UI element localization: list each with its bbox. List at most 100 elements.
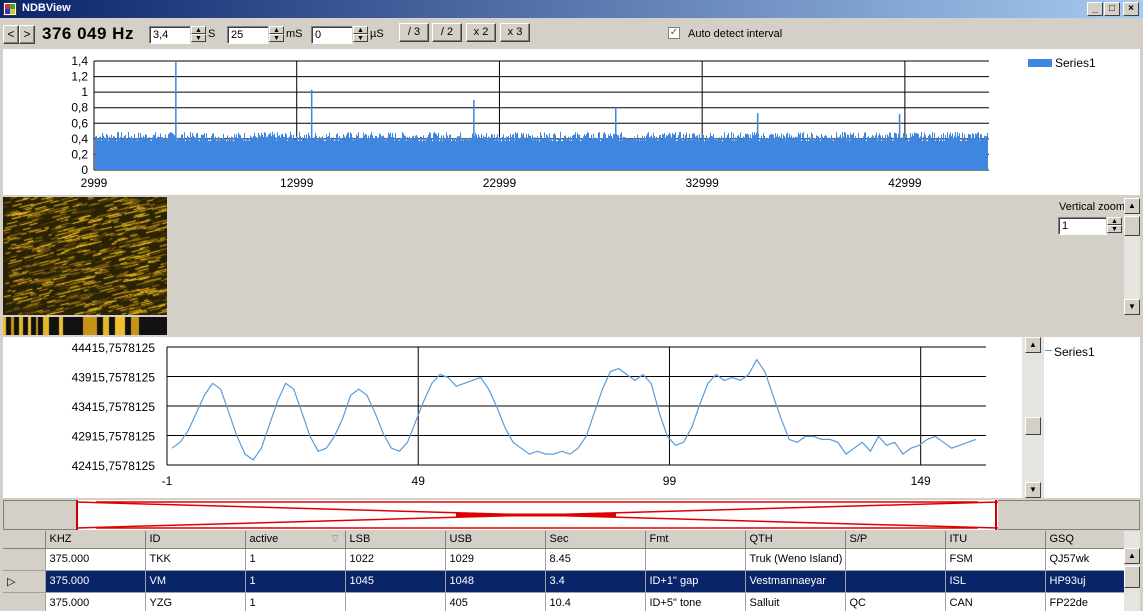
table-cell-gsq[interactable]: FP22de [1045,592,1124,611]
row-header[interactable] [3,592,46,611]
table-cell-gsq[interactable]: QJ57wk [1045,548,1124,571]
table-cell-gsq[interactable]: HP93uj [1045,570,1124,593]
next-button[interactable]: > [19,25,35,44]
col-header-qth[interactable]: QTH [745,531,846,549]
table-cell-itu[interactable]: CAN [945,592,1046,611]
table-cell-id[interactable]: VM [145,570,246,593]
spin-down-icon[interactable]: ▼ [269,34,284,42]
table-cell-sec[interactable]: 10.4 [545,592,646,611]
spectrum-bar [694,133,695,170]
divide-2-button[interactable]: / 2 [432,23,462,42]
scroll-up-icon[interactable]: ▲ [1025,337,1041,353]
multiply-3-button[interactable]: x 3 [500,23,530,42]
table-cell-usb[interactable]: 405 [445,592,546,611]
scroll-up-icon[interactable]: ▲ [1124,198,1140,214]
spin-up-icon[interactable]: ▲ [269,26,284,34]
scroll-thumb[interactable] [1124,566,1140,588]
table-cell-sec[interactable]: 8.45 [545,548,646,571]
col-header-usb[interactable]: USB [445,531,546,549]
table-cell-khz[interactable]: 375.000 [45,548,146,571]
spin-down-icon[interactable]: ▼ [1107,225,1122,233]
col-header-itu[interactable]: ITU [945,531,1046,549]
table-cell-qth[interactable]: Salluit [745,592,846,611]
waterfall-image[interactable] [3,197,167,315]
table-cell-sp[interactable] [845,570,946,593]
prev-button[interactable]: < [3,25,19,44]
table-cell-active[interactable]: 1 [245,570,346,593]
scroll-thumb[interactable] [1124,216,1140,236]
row-header[interactable] [3,548,46,571]
us-input[interactable]: 0 [311,26,353,44]
col-header-sec[interactable]: Sec [545,531,646,549]
table-cell-fmt[interactable]: ID+5" tone [645,592,746,611]
table-cell-fmt[interactable]: ID+1" gap [645,570,746,593]
spin-down-icon[interactable]: ▼ [353,34,368,42]
table-cell-sec[interactable]: 3.4 [545,570,646,593]
spectrum-bar [323,138,324,170]
table-cell-lsb[interactable]: 1045 [345,570,446,593]
ms-stepper[interactable]: ▲ ▼ [268,26,284,43]
spin-up-icon[interactable]: ▲ [191,26,206,34]
close-button[interactable]: × [1123,2,1139,16]
scroll-down-icon[interactable]: ▼ [1124,299,1140,315]
spin-down-icon[interactable]: ▼ [191,34,206,42]
table-cell-fmt[interactable] [645,548,746,571]
table-cell-lsb[interactable] [345,592,446,611]
scroll-down-icon[interactable]: ▼ [1025,482,1041,498]
waterfall-scrollbar[interactable]: ▲ ▼ [1124,198,1140,315]
table-cell-active[interactable]: 1 [245,592,346,611]
vertical-zoom-stepper[interactable]: ▲ ▼ [1106,217,1122,234]
col-header-khz[interactable]: KHZ [45,531,146,549]
scroll-thumb[interactable] [1025,417,1041,435]
col-header-lsb[interactable]: LSB [345,531,446,549]
spectrum-chart-panel[interactable]: 1,4 1,2 1 0,8 0,6 0,4 0,2 0 2999 12999 22999 32999 4… [3,49,1140,195]
us-stepper[interactable]: ▲ ▼ [352,26,368,43]
col-header-id[interactable]: ID [145,531,246,549]
table-cell-sp[interactable] [845,548,946,571]
table-cell-qth[interactable]: Vestmannaeyar [745,570,846,593]
seconds-stepper[interactable]: ▲ ▼ [190,26,206,43]
spin-up-icon[interactable]: ▲ [1107,217,1122,225]
table-cell-active[interactable]: 1 [245,548,346,571]
vertical-zoom-input[interactable]: 1 [1058,217,1107,235]
col-header-gsq[interactable]: GSQ [1045,531,1124,549]
minimize-button[interactable]: _ [1087,2,1103,16]
table-cell-usb[interactable]: 1029 [445,548,546,571]
table-row[interactable]: ▷ 375.000 VM 1 1045 1048 3.4 ID+1" gap Vestmanna… [3,570,1124,593]
table-cell-lsb[interactable]: 1022 [345,548,446,571]
col-header-active[interactable]: active ▽ [245,531,346,549]
seconds-input[interactable]: 3,4 [149,26,191,44]
spectrum-bar [895,133,896,170]
maximize-button[interactable]: □ [1104,2,1120,16]
table-cell-id[interactable]: YZG [145,592,246,611]
table-row[interactable]: 375.000 TKK 1 1022 1029 8.45 Truk (Weno Island… [3,548,1124,571]
col-header-fmt[interactable]: Fmt [645,531,746,549]
table-cell-itu[interactable]: FSM [945,548,1046,571]
auto-detect-checkbox[interactable]: ✓ [668,27,680,39]
table-cell-itu[interactable]: ISL [945,570,1046,593]
table-cell-usb[interactable]: 1048 [445,570,546,593]
table-row[interactable]: 375.000 YZG 1 405 10.4 ID+5" tone Salluit QC CAN… [3,592,1124,611]
table-cell-qth[interactable]: Truk (Weno Island) [745,548,846,571]
table-cell-khz[interactable]: 375.000 [45,592,146,611]
table-cell-id[interactable]: TKK [145,548,246,571]
table-cell-sp[interactable]: QC [845,592,946,611]
row-header[interactable]: ▷ [3,570,46,593]
grid-scrollbar[interactable]: ▲ [1124,531,1140,611]
spectrum-bar [963,138,964,170]
divide-3-button[interactable]: / 3 [399,23,429,42]
timeline-scrollbar[interactable]: ▲ ▼ [1022,337,1044,498]
scroll-up-icon[interactable]: ▲ [1124,548,1140,564]
ms-input[interactable]: 25 [227,26,269,44]
table-cell-khz[interactable]: 375.000 [45,570,146,593]
multiply-2-button[interactable]: x 2 [466,23,496,42]
spectrum-bar [350,132,351,170]
spectrum-bar [669,132,670,170]
station-grid[interactable]: KHZ ID active ▽ LSB USB Sec Fmt QTH S/P I… [3,531,1124,611]
envelope-view[interactable] [76,500,998,530]
peak-bar [615,107,617,170]
title-bar[interactable] [0,0,1143,18]
timeline-chart-panel[interactable]: 44415,7578125 43915,7578125 43415,7578125 4… [3,337,1140,498]
spin-up-icon[interactable]: ▲ [353,26,368,34]
col-header-sp[interactable]: S/P [845,531,946,549]
